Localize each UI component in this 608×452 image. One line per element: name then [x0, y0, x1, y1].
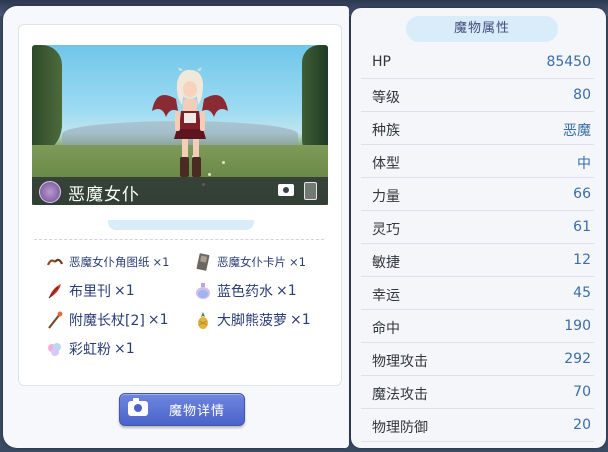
stat-label: 种族	[372, 123, 400, 139]
stat-value: 70	[573, 384, 591, 400]
feather-icon	[46, 282, 64, 300]
stat-value: 恶魔	[563, 123, 591, 139]
staff-icon	[46, 311, 64, 329]
blue-potion-icon	[194, 282, 212, 300]
stats-panel: 魔物属性 HP 85450 等级 80 种族 恶魔体型 中力量 66 灵巧 61 敏捷 12 幸运 45 命…	[351, 8, 606, 448]
stat-row: 物理防御 20	[361, 409, 594, 442]
card-icon[interactable]	[304, 182, 317, 200]
drop-item[interactable]: 附魔长杖[2] ×1	[46, 309, 168, 331]
horn-blueprint-icon	[46, 253, 64, 271]
stat-label: 等级	[372, 90, 400, 106]
stat-row: HP 85450	[361, 46, 594, 79]
stat-label: HP	[372, 54, 391, 70]
stat-row: 敏捷 12	[361, 244, 594, 277]
stat-value: 45	[573, 285, 591, 301]
drop-item[interactable]: 蓝色药水 ×1	[194, 280, 297, 302]
stat-row: 体型 中	[361, 145, 594, 178]
drop-item[interactable]: 大脚熊菠萝 ×1	[194, 309, 311, 331]
stat-row: 种族 恶魔	[361, 112, 594, 145]
monster-detail-label: 魔物详情	[168, 404, 225, 419]
monster-name: 恶魔女仆	[68, 185, 140, 205]
rainbow-powder-icon	[46, 340, 64, 358]
stat-label: 物理攻击	[372, 354, 428, 370]
camera-icon[interactable]	[278, 184, 294, 196]
card-icon	[194, 253, 212, 271]
stat-row: 物理攻击 292	[361, 343, 594, 376]
stat-label: 物理防御	[372, 420, 428, 436]
stat-value: 61	[573, 219, 591, 235]
stat-row: 灵巧 61	[361, 211, 594, 244]
portrait-pager	[108, 220, 254, 230]
stat-label: 命中	[372, 321, 400, 337]
stat-row: 力量 66	[361, 178, 594, 211]
stat-label: 幸运	[372, 288, 400, 304]
drop-item[interactable]: 恶魔女仆卡片 ×1	[194, 251, 306, 273]
stats-title: 魔物属性	[406, 16, 558, 42]
camera-icon	[128, 398, 148, 416]
stat-row: 魔法攻击 70	[361, 376, 594, 409]
stat-value: 12	[573, 252, 591, 268]
divider	[34, 239, 324, 240]
stat-value: 190	[564, 318, 591, 334]
drop-item[interactable]: 布里刊 ×1	[46, 280, 135, 302]
stat-label: 体型	[372, 156, 400, 172]
stat-row: 幸运 45	[361, 277, 594, 310]
stat-value: 20	[573, 417, 591, 433]
pineapple-icon	[194, 311, 212, 329]
monster-detail-button[interactable]: 魔物详情	[119, 393, 245, 426]
stat-row: 等级 80	[361, 79, 594, 112]
monster-race-icon	[39, 181, 61, 203]
stat-value: 80	[573, 87, 591, 103]
stat-value: 66	[573, 186, 591, 202]
stat-label: 力量	[372, 189, 400, 205]
monster-name-bar: 恶魔女仆	[32, 177, 328, 205]
stat-label: 敏捷	[372, 255, 400, 271]
stat-label: 灵巧	[372, 222, 400, 238]
drop-item[interactable]: 彩虹粉 ×1	[46, 338, 135, 360]
drop-item[interactable]: 恶魔女仆角图纸 ×1	[46, 251, 169, 273]
stat-row: 命中 190	[361, 310, 594, 343]
stat-value: 292	[564, 351, 591, 367]
demon-maid-figure	[152, 67, 228, 177]
stat-label: 魔法攻击	[372, 387, 428, 403]
stat-value: 85450	[546, 54, 591, 70]
tree-left	[32, 45, 62, 155]
stat-value: 中	[577, 156, 591, 172]
